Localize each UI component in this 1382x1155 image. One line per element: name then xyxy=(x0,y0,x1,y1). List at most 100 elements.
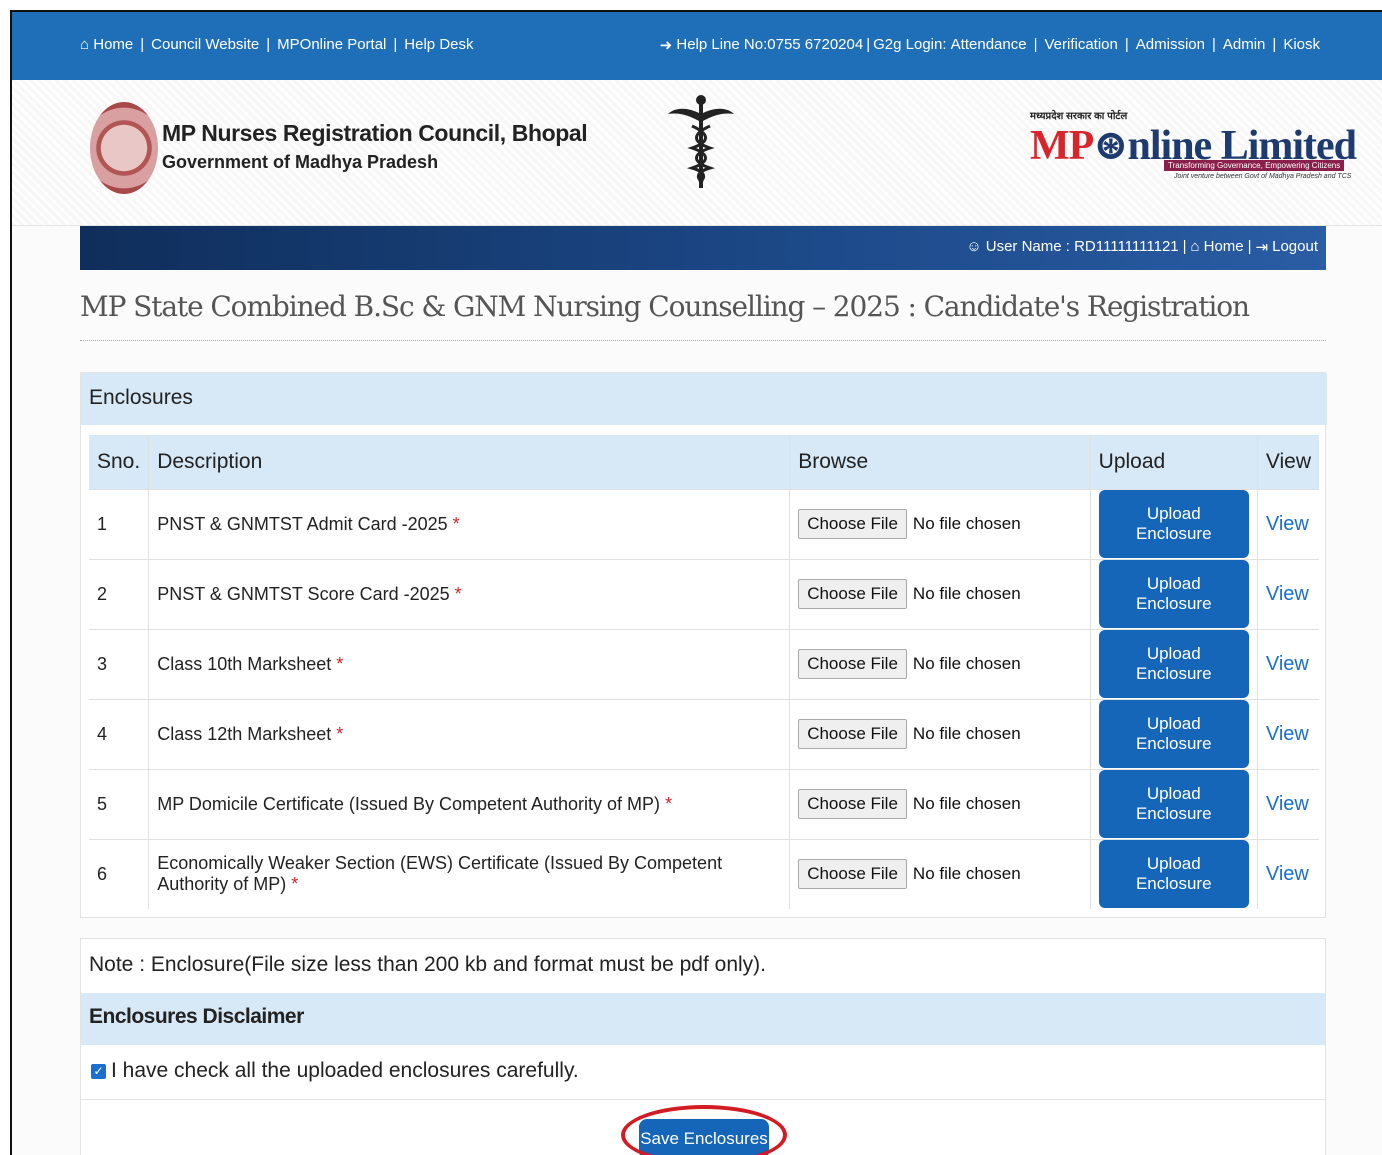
view-link[interactable]: View xyxy=(1266,793,1309,815)
view-link[interactable]: View xyxy=(1266,513,1309,535)
page-frame: ⌂ Home | Council Website | MPOnline Port… xyxy=(10,10,1382,1155)
upload-enclosure-button[interactable]: Upload Enclosure xyxy=(1098,840,1249,909)
col-header-description: Description xyxy=(148,435,790,489)
top-nav-left: ⌂ Home | Council Website | MPOnline Port… xyxy=(80,36,474,53)
enclosures-heading: Enclosures xyxy=(81,373,1327,425)
row-sno: 4 xyxy=(89,698,149,769)
row-browse: Choose File No file chosen xyxy=(789,488,1091,559)
view-link[interactable]: View xyxy=(1266,583,1309,605)
upload-enclosure-button[interactable]: Upload Enclosure xyxy=(1098,630,1249,698)
row-browse: Choose File No file chosen xyxy=(789,698,1091,769)
row-view: View xyxy=(1256,838,1319,909)
nav-mponline-portal-link[interactable]: MPOnline Portal xyxy=(277,36,386,53)
row-upload: Upload Enclosure xyxy=(1089,488,1258,559)
row-description: Class 10th Marksheet * xyxy=(148,628,790,699)
row-sno: 5 xyxy=(89,768,149,839)
row-upload: Upload Enclosure xyxy=(1089,768,1258,839)
view-link[interactable]: View xyxy=(1266,653,1309,675)
highlight-circle-annotation xyxy=(621,1105,787,1155)
table-row: 2 PNST & GNMTST Score Card -2025 * Choose … xyxy=(89,558,1319,629)
page-title: MP State Combined B.Sc & GNM Nursing Cou… xyxy=(80,290,1250,323)
view-link[interactable]: View xyxy=(1266,863,1309,885)
choose-file-button[interactable]: Choose File xyxy=(798,509,907,539)
table-row: 1 PNST & GNMTST Admit Card -2025 * Choose … xyxy=(89,488,1319,559)
org-subtitle: Government of Madhya Pradesh xyxy=(162,152,439,172)
col-header-sno: Sno. xyxy=(89,435,149,489)
choose-file-button[interactable]: Choose File xyxy=(798,649,907,679)
table-row: 5 MP Domicile Certificate (Issued By Comp… xyxy=(89,768,1319,839)
file-status: No file chosen xyxy=(912,514,1021,533)
mponline-logo-o-icon: ⊛ xyxy=(1093,123,1128,169)
row-browse: Choose File No file chosen xyxy=(789,558,1091,629)
nav-kiosk-link[interactable]: Kiosk xyxy=(1283,36,1320,54)
row-view: View xyxy=(1256,768,1319,839)
row-sno: 2 xyxy=(89,558,149,629)
nav-attendance-link[interactable]: Attendance xyxy=(951,36,1027,54)
title-divider xyxy=(80,340,1326,341)
view-link[interactable]: View xyxy=(1266,723,1309,745)
row-browse: Choose File No file chosen xyxy=(789,768,1091,839)
row-upload: Upload Enclosure xyxy=(1089,628,1258,699)
home-icon: ⌂ xyxy=(80,36,94,53)
row-view: View xyxy=(1256,488,1319,559)
logout-link[interactable]: Logout xyxy=(1272,238,1318,256)
choose-file-button[interactable]: Choose File xyxy=(798,859,907,890)
nav-home-link[interactable]: Home xyxy=(93,36,133,53)
row-description: PNST & GNMTST Score Card -2025 * xyxy=(148,558,790,629)
helpline-text: Help Line No:0755 6720204 xyxy=(676,36,864,53)
top-nav-bar: ⌂ Home | Council Website | MPOnline Port… xyxy=(12,12,1382,80)
col-header-view: View xyxy=(1256,435,1319,489)
disclaimer-text: I have check all the uploaded enclosures… xyxy=(111,1059,579,1082)
row-upload: Upload Enclosure xyxy=(1089,698,1258,769)
g2g-login-label: G2g Login: xyxy=(873,36,947,53)
row-browse: Choose File No file chosen xyxy=(789,838,1091,909)
required-marker: * xyxy=(336,723,344,744)
upload-enclosure-button[interactable]: Upload Enclosure xyxy=(1098,700,1249,768)
row-sno: 6 xyxy=(89,838,149,909)
row-description: PNST & GNMTST Admit Card -2025 * xyxy=(148,488,790,559)
council-seal-logo xyxy=(90,102,158,194)
site-header: MP Nurses Registration Council, Bhopal G… xyxy=(12,80,1382,226)
choose-file-button[interactable]: Choose File xyxy=(798,719,907,749)
row-view: View xyxy=(1256,628,1319,699)
row-view: View xyxy=(1256,698,1319,769)
user-icon: ☺ xyxy=(966,238,982,255)
row-browse: Choose File No file chosen xyxy=(789,628,1091,699)
nav-admission-link[interactable]: Admission xyxy=(1136,36,1205,54)
nav-council-website-link[interactable]: Council Website xyxy=(151,36,259,53)
file-status: No file chosen xyxy=(912,584,1021,603)
caduceus-icon xyxy=(668,95,734,188)
choose-file-button[interactable]: Choose File xyxy=(798,789,907,819)
user-home-link[interactable]: Home xyxy=(1204,238,1244,256)
username-text: User Name : RD11111111121 xyxy=(985,238,1179,255)
required-marker: * xyxy=(454,583,462,604)
required-marker: * xyxy=(336,653,344,674)
row-description: Economically Weaker Section (EWS) Certif… xyxy=(148,838,790,909)
logout-icon: ⇥ xyxy=(1255,239,1269,256)
home-icon: ⌂ xyxy=(1190,238,1200,255)
table-row: 6 Economically Weaker Section (EWS) Certi… xyxy=(89,838,1319,909)
required-marker: * xyxy=(452,513,460,534)
nav-help-desk-link[interactable]: Help Desk xyxy=(404,36,473,53)
upload-enclosure-button[interactable]: Upload Enclosure xyxy=(1098,560,1249,628)
file-status: No file chosen xyxy=(912,654,1021,673)
row-upload: Upload Enclosure xyxy=(1089,838,1258,909)
choose-file-button[interactable]: Choose File xyxy=(798,579,907,609)
upload-enclosure-button[interactable]: Upload Enclosure xyxy=(1098,490,1249,558)
row-description: MP Domicile Certificate (Issued By Compe… xyxy=(148,768,790,839)
disclaimer-heading: Enclosures Disclaimer xyxy=(81,993,1325,1045)
row-view: View xyxy=(1256,558,1319,629)
nav-admin-link[interactable]: Admin xyxy=(1223,36,1266,54)
org-name: MP Nurses Registration Council, Bhopal xyxy=(162,120,588,146)
nav-verification-link[interactable]: Verification xyxy=(1044,36,1117,54)
row-description: Class 12th Marksheet * xyxy=(148,698,790,769)
upload-enclosure-button[interactable]: Upload Enclosure xyxy=(1098,770,1249,838)
disclaimer-section: Note : Enclosure(File size less than 200… xyxy=(80,938,1326,1155)
file-status: No file chosen xyxy=(912,724,1021,743)
mponline-tagline: Transforming Governance, Empowering Citi… xyxy=(1164,160,1345,171)
table-row: 4 Class 12th Marksheet * Choose File No fil… xyxy=(89,698,1319,769)
row-sno: 3 xyxy=(89,628,149,699)
disclaimer-checkbox[interactable]: ✓ xyxy=(91,1063,106,1079)
enclosures-table: Sno. Description Browse Upload View 1 PNS… xyxy=(89,435,1319,909)
file-status: No file chosen xyxy=(912,864,1021,884)
